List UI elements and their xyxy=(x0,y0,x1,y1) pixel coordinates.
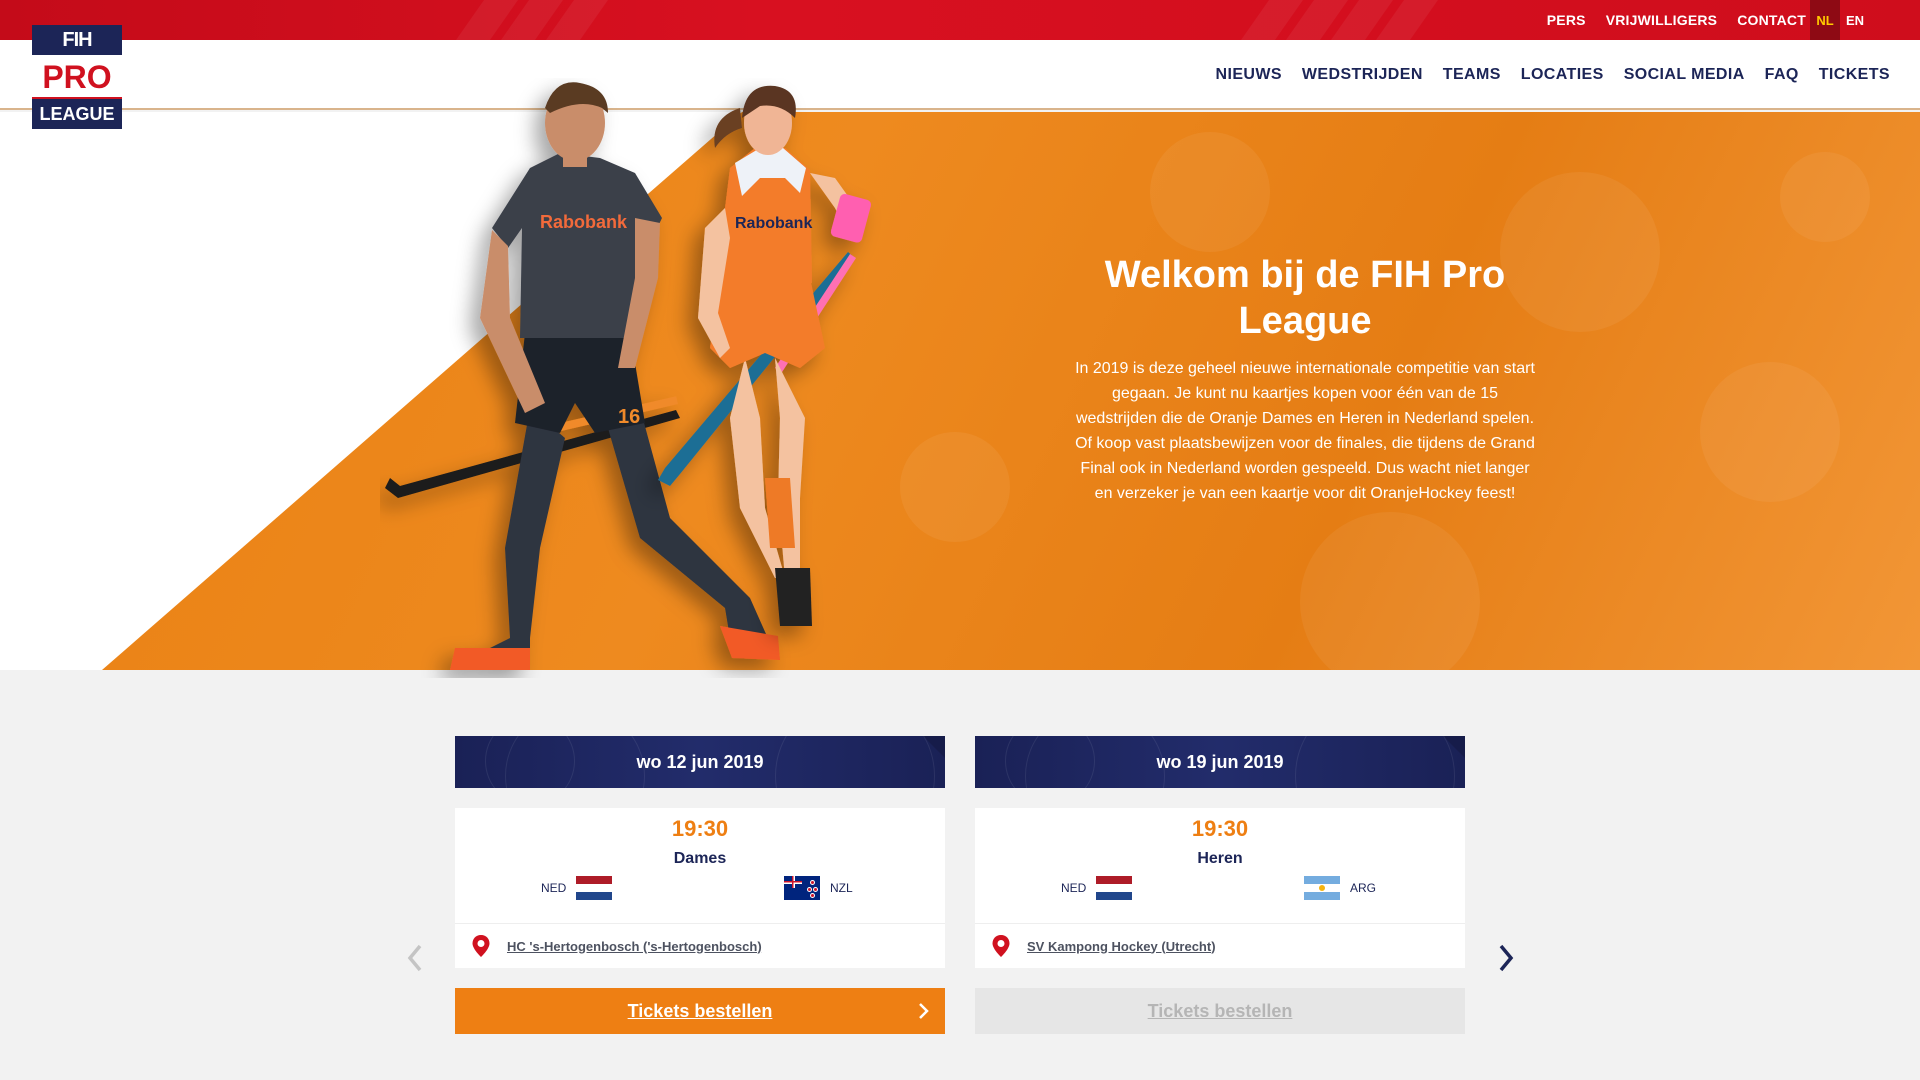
away-team: NZL xyxy=(784,876,853,900)
nav-social-media[interactable]: SOCIAL MEDIA xyxy=(1624,66,1745,84)
match-time: 19:30 xyxy=(1191,816,1249,841)
nav-wedstrijden[interactable]: WEDSTRIJDEN xyxy=(1302,66,1423,84)
new-zealand-flag-icon xyxy=(784,876,820,900)
logo-fih: FIH xyxy=(32,25,122,55)
location-link[interactable]: HC 's-Hertogenbosch ('s-Hertogenbosch) xyxy=(507,939,762,954)
hero-intro-text: In 2019 is deze geheel nieuwe internatio… xyxy=(1075,360,1535,502)
top-bar: PERS VRIJWILLIGERS CONTACT NL EN xyxy=(0,0,1920,40)
tickets-button[interactable]: Tickets bestellen xyxy=(455,988,945,1034)
match-location: SV Kampong Hockey (Utrecht) xyxy=(975,924,1465,968)
chevron-right-icon xyxy=(919,1003,929,1019)
player1-sponsor: Rabobank xyxy=(540,212,628,232)
match-details: 19:30 Heren NED ARG xyxy=(975,808,1465,924)
fih-pro-league-logo[interactable]: FIH PRO LEAGUE xyxy=(32,25,122,131)
carousel-next-arrow-icon[interactable] xyxy=(1494,940,1518,976)
away-team: ARG xyxy=(1304,876,1376,900)
home-team-code: NED xyxy=(1061,881,1087,895)
nav-tickets[interactable]: TICKETS xyxy=(1819,66,1890,84)
netherlands-flag-icon xyxy=(576,876,613,900)
utility-nav: PERS VRIJWILLIGERS CONTACT xyxy=(1547,0,1806,40)
language-nl[interactable]: NL xyxy=(1810,0,1840,40)
location-link[interactable]: SV Kampong Hockey (Utrecht) xyxy=(1027,939,1216,954)
logo-pro: PRO xyxy=(32,55,122,99)
match-time: 19:30 xyxy=(671,816,729,841)
match-date-header: wo 12 jun 2019 xyxy=(455,736,945,788)
match-date: wo 19 jun 2019 xyxy=(1156,751,1284,772)
nav-teams[interactable]: TEAMS xyxy=(1443,66,1501,84)
nav-link-contact[interactable]: CONTACT xyxy=(1737,12,1806,28)
player1-number: 16 xyxy=(618,406,640,428)
nav-nieuws[interactable]: NIEUWS xyxy=(1216,66,1282,84)
carousel-prev-arrow-icon[interactable] xyxy=(403,940,427,976)
netherlands-flag-icon xyxy=(1096,876,1133,900)
nav-faq[interactable]: FAQ xyxy=(1765,66,1799,84)
nav-link-pers[interactable]: PERS xyxy=(1547,12,1586,28)
logo-league: LEAGUE xyxy=(32,99,122,129)
home-team: NED xyxy=(1061,876,1133,900)
hero-title: Welkom bij de FIH Pro League xyxy=(1104,254,1506,342)
away-team-code: ARG xyxy=(1350,881,1377,895)
location-pin-icon xyxy=(992,935,1010,957)
hockey-players-image: 16 Rabobank Rabobank xyxy=(385,82,871,670)
match-date-header: wo 19 jun 2019 xyxy=(975,736,1465,788)
player2-sponsor: Rabobank xyxy=(735,215,812,232)
main-nav: NIEUWS WEDSTRIJDEN TEAMS LOCATIES SOCIAL… xyxy=(1216,40,1890,110)
match-location: HC 's-Hertogenbosch ('s-Hertogenbosch) xyxy=(455,924,945,968)
location-pin-icon xyxy=(472,935,490,957)
nav-locaties[interactable]: LOCATIES xyxy=(1521,66,1604,84)
player-men: 16 Rabobank xyxy=(385,82,780,670)
match-category: Heren xyxy=(1197,850,1243,867)
language-en[interactable]: EN xyxy=(1840,0,1870,40)
language-switcher: NL EN xyxy=(1810,0,1870,40)
home-team-code: NED xyxy=(541,881,567,895)
match-card-2: wo 19 jun 2019 19:30 Heren NED ARG SV Ka… xyxy=(975,736,1465,1034)
nav-link-vrijwilligers[interactable]: VRIJWILLIGERS xyxy=(1606,12,1718,28)
match-date: wo 12 jun 2019 xyxy=(636,751,764,772)
tickets-button-label: Tickets bestellen xyxy=(627,1000,773,1021)
match-card-1: wo 12 jun 2019 19:30 Dames NED NZL HC 's… xyxy=(455,736,945,1034)
match-category: Dames xyxy=(673,850,727,867)
argentina-flag-icon xyxy=(1304,876,1340,900)
tickets-button-disabled: Tickets bestellen xyxy=(975,988,1465,1034)
match-details: 19:30 Dames NED NZL xyxy=(455,808,945,924)
away-team-code: NZL xyxy=(830,881,853,895)
home-team: NED xyxy=(541,876,613,900)
tickets-button-label: Tickets bestellen xyxy=(1147,1000,1293,1021)
